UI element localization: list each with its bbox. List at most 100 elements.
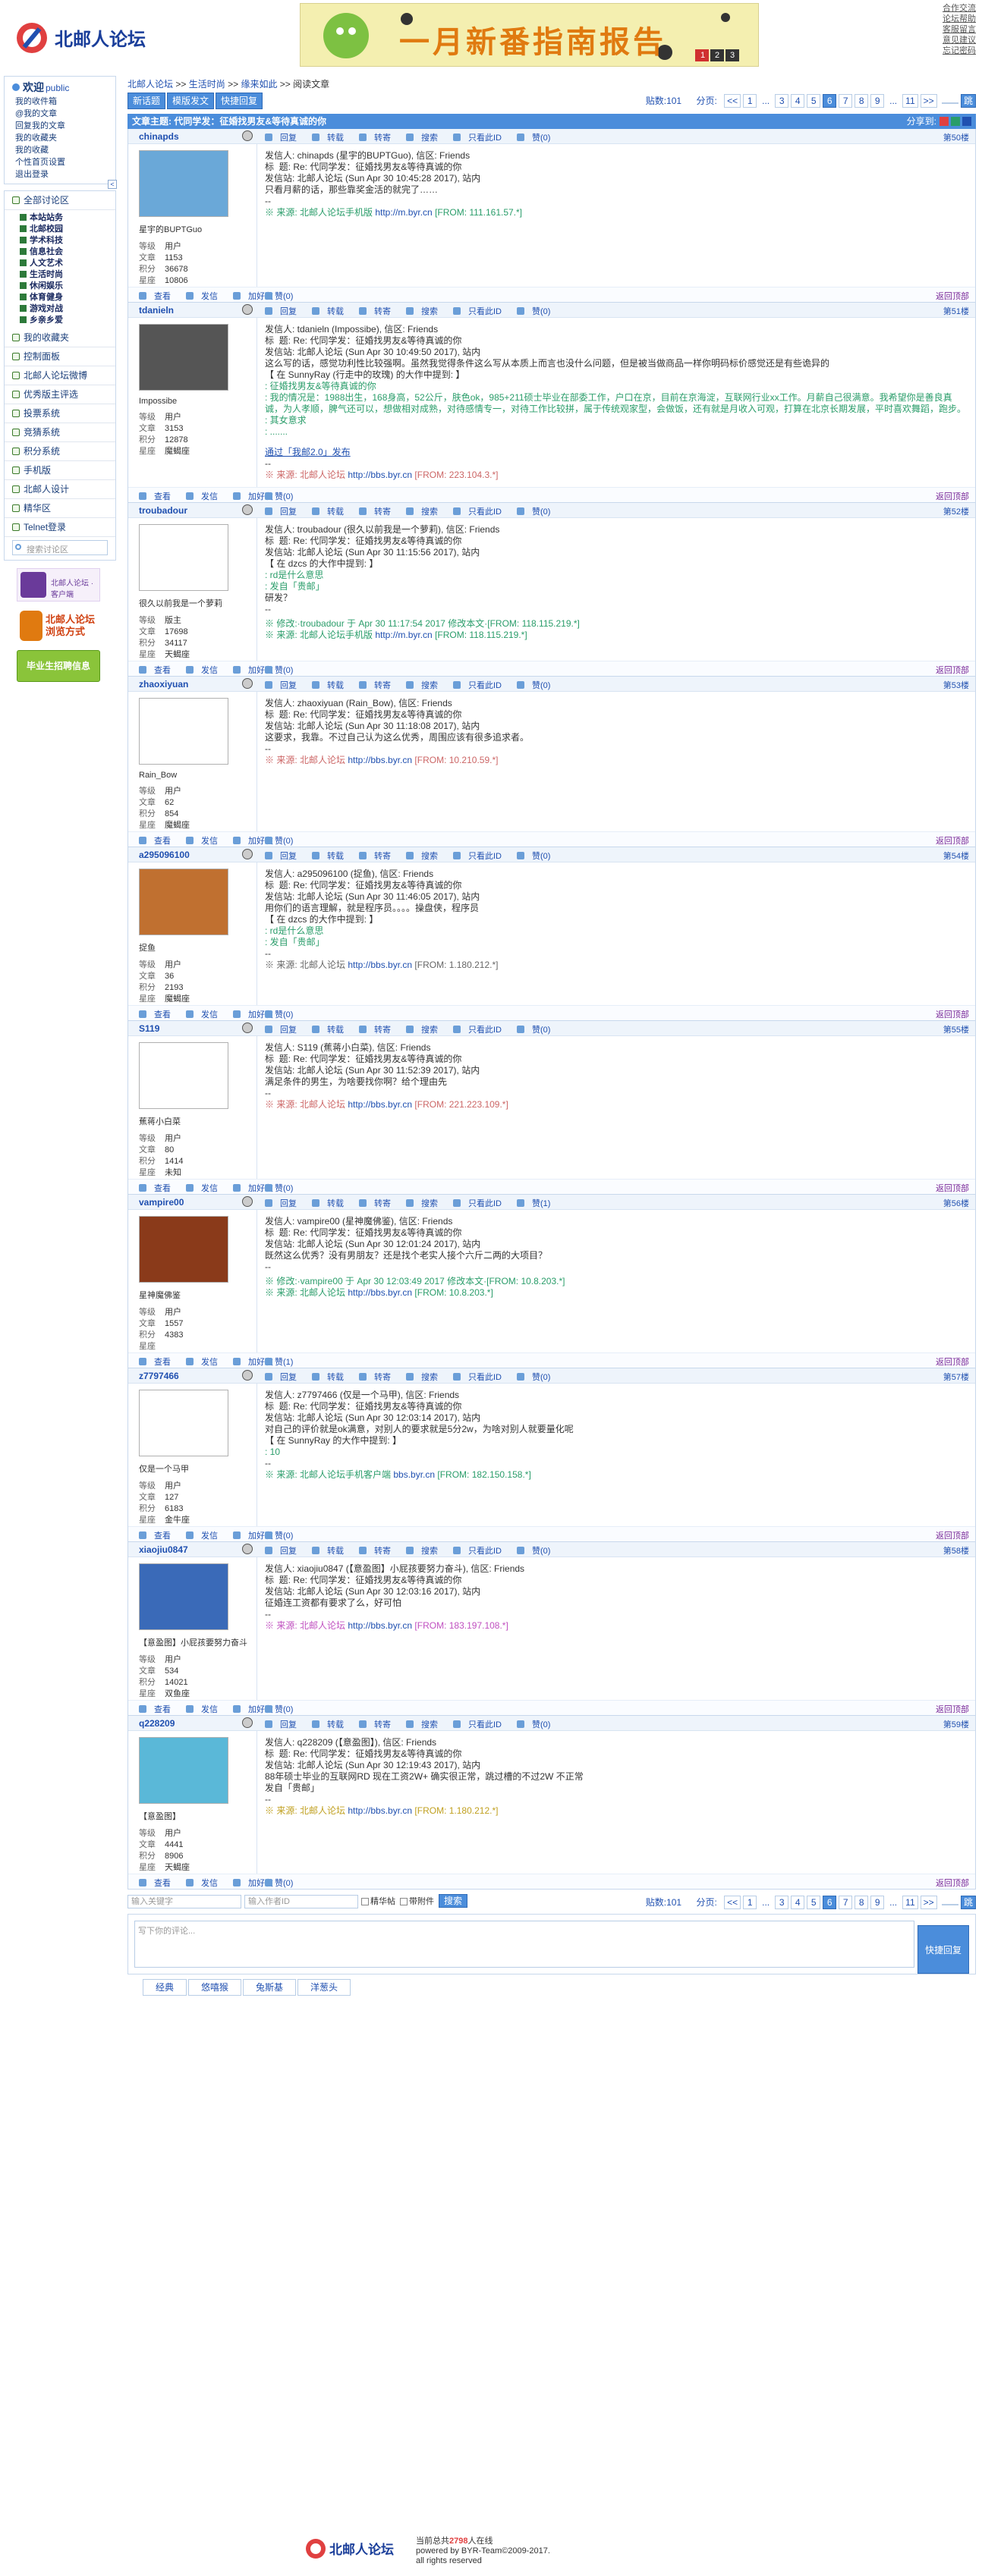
view-profile-button[interactable]: 查看 — [139, 1010, 178, 1019]
footer-like-button[interactable]: 赞(0) — [265, 1703, 293, 1715]
reply-button[interactable]: 回复 — [265, 1199, 304, 1208]
link-forgot-password[interactable]: 忘记密码 — [915, 46, 976, 56]
page-jump-input[interactable] — [941, 102, 958, 104]
post-author[interactable]: chinapds — [139, 131, 179, 142]
forward-button[interactable]: 转寄 — [359, 1547, 398, 1556]
promo-client[interactable]: 北邮人论坛 · 客户端 — [17, 568, 100, 602]
repost-button[interactable]: 转载 — [312, 507, 351, 517]
back-to-top-link[interactable]: 返回顶部 — [936, 1529, 969, 1541]
page-9[interactable]: 9 — [870, 1896, 885, 1909]
back-to-top-link[interactable]: 返回顶部 — [936, 1008, 969, 1020]
post-author[interactable]: vampire00 — [139, 1197, 184, 1208]
forward-button[interactable]: 转寄 — [359, 852, 398, 861]
banner-page-3[interactable]: 3 — [725, 51, 740, 60]
repost-button[interactable]: 转载 — [312, 307, 351, 316]
view-profile-button[interactable]: 查看 — [139, 1879, 178, 1888]
view-profile-button[interactable]: 查看 — [139, 292, 178, 301]
source-link[interactable]: http://bbs.byr.cn — [348, 1805, 412, 1816]
search-button[interactable]: 搜索 — [406, 1373, 445, 1382]
template-post-button[interactable]: 模版发文 — [167, 93, 215, 109]
site-logo[interactable]: 北邮人论坛 — [11, 14, 155, 61]
forward-button[interactable]: 转寄 — [359, 1199, 398, 1208]
send-message-button[interactable]: 发信 — [186, 1531, 225, 1541]
forward-button[interactable]: 转寄 — [359, 307, 398, 316]
page-7[interactable]: 7 — [839, 94, 853, 108]
forward-button[interactable]: 转寄 — [359, 1026, 398, 1035]
user-link-inbox[interactable]: 我的收件箱 — [5, 96, 115, 108]
sidebar-telnet[interactable]: Telnet登录 — [5, 518, 115, 537]
digest-checkbox[interactable] — [361, 1897, 369, 1905]
page-6-current[interactable]: 6 — [823, 1896, 837, 1909]
avatar[interactable] — [139, 324, 228, 391]
user-link-favorites[interactable]: 我的收藏夹 — [5, 132, 115, 144]
back-to-top-link[interactable]: 返回顶部 — [936, 290, 969, 302]
source-link[interactable]: http://bbs.byr.cn — [348, 755, 412, 765]
only-this-id-button[interactable]: 只看此ID — [453, 1720, 509, 1729]
reply-button[interactable]: 回复 — [265, 134, 304, 143]
avatar[interactable] — [139, 1216, 228, 1283]
like-button[interactable]: 赞(0) — [517, 852, 558, 861]
only-this-id-button[interactable]: 只看此ID — [453, 681, 509, 690]
floor-number[interactable]: 第50楼 — [943, 131, 969, 143]
link-help[interactable]: 论坛帮助 — [915, 14, 976, 24]
board-site-affairs[interactable]: 本站站务 — [5, 212, 115, 224]
publish-via-link[interactable]: 通过「我邮2.0」发布 — [265, 447, 351, 457]
page-jump-input[interactable] — [941, 1904, 958, 1905]
back-to-top-link[interactable]: 返回顶部 — [936, 490, 969, 502]
repost-button[interactable]: 转载 — [312, 1373, 351, 1382]
sidebar-weibo[interactable]: 北邮人论坛微博 — [5, 366, 115, 385]
breadcrumb-board[interactable]: 缘来如此 — [241, 79, 277, 90]
send-message-button[interactable]: 发信 — [186, 292, 225, 301]
keyword-search-input[interactable]: 输入关键字 — [127, 1894, 241, 1908]
sidebar-moderator-vote[interactable]: 优秀版主评选 — [5, 385, 115, 404]
sidebar-my-favorites[interactable]: 我的收藏夹 — [5, 328, 115, 347]
source-link[interactable]: http://bbs.byr.cn — [348, 960, 412, 970]
reply-button[interactable]: 回复 — [265, 1026, 304, 1035]
view-profile-button[interactable]: 查看 — [139, 492, 178, 501]
page-11[interactable]: 11 — [902, 94, 918, 108]
floor-number[interactable]: 第58楼 — [943, 1544, 969, 1557]
quick-reply-submit[interactable]: 快捷回复 — [917, 1925, 969, 1974]
source-link[interactable]: http://bbs.byr.cn — [348, 1287, 412, 1298]
link-feedback[interactable]: 客服留言 — [915, 24, 976, 35]
avatar[interactable] — [139, 1042, 228, 1109]
only-this-id-button[interactable]: 只看此ID — [453, 1199, 509, 1208]
page-11[interactable]: 11 — [902, 1896, 918, 1909]
footer-like-button[interactable]: 赞(0) — [265, 290, 293, 302]
page-jump-button[interactable]: 跳 — [960, 94, 976, 108]
post-author[interactable]: xiaojiu0847 — [139, 1544, 188, 1555]
repost-button[interactable]: 转载 — [312, 1199, 351, 1208]
forward-button[interactable]: 转寄 — [359, 1720, 398, 1729]
footer-like-button[interactable]: 赞(0) — [265, 834, 293, 847]
forward-button[interactable]: 转寄 — [359, 1373, 398, 1382]
board-leisure[interactable]: 休闲娱乐 — [5, 281, 115, 292]
banner-ad[interactable]: 一月新番指南报告 123 — [300, 3, 759, 67]
page-first[interactable]: << — [724, 94, 741, 108]
back-to-top-link[interactable]: 返回顶部 — [936, 1703, 969, 1715]
like-button[interactable]: 赞(1) — [517, 1199, 558, 1208]
repost-button[interactable]: 转载 — [312, 134, 351, 143]
send-message-button[interactable]: 发信 — [186, 1879, 225, 1888]
send-message-button[interactable]: 发信 — [186, 837, 225, 846]
sidebar-guess-system[interactable]: 竞猜系统 — [5, 423, 115, 442]
back-to-top-link[interactable]: 返回顶部 — [936, 664, 969, 676]
view-profile-button[interactable]: 查看 — [139, 1531, 178, 1541]
floor-number[interactable]: 第56楼 — [943, 1197, 969, 1209]
send-message-button[interactable]: 发信 — [186, 1358, 225, 1367]
only-this-id-button[interactable]: 只看此ID — [453, 1026, 509, 1035]
send-message-button[interactable]: 发信 — [186, 492, 225, 501]
promo-browse[interactable]: 北邮人论坛 浏览方式 — [17, 608, 100, 644]
search-button[interactable]: 搜索 — [406, 507, 445, 517]
sidebar-vote-system[interactable]: 投票系统 — [5, 404, 115, 423]
avatar[interactable] — [139, 524, 228, 591]
post-author[interactable]: troubadour — [139, 505, 187, 516]
emoticon-tab-classic[interactable]: 经典 — [143, 1979, 187, 1996]
footer-like-button[interactable]: 赞(0) — [265, 490, 293, 502]
reply-button[interactable]: 回复 — [265, 681, 304, 690]
page-3[interactable]: 3 — [775, 1896, 789, 1909]
page-first[interactable]: << — [724, 1896, 741, 1909]
repost-button[interactable]: 转载 — [312, 1026, 351, 1035]
page-7[interactable]: 7 — [839, 1896, 853, 1909]
page-5[interactable]: 5 — [807, 94, 821, 108]
like-button[interactable]: 赞(0) — [517, 1026, 558, 1035]
